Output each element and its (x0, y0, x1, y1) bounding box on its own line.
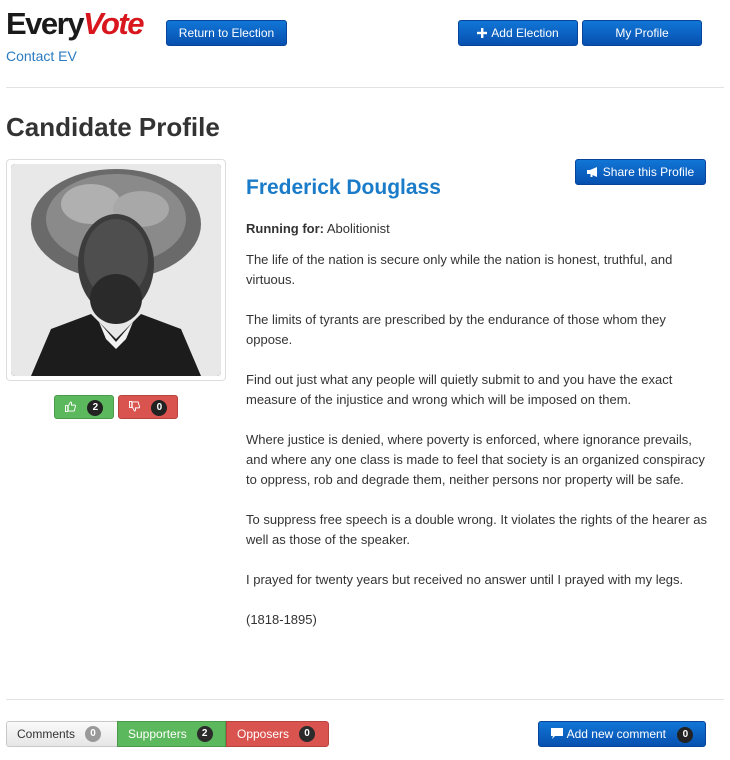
downvote-count: 0 (151, 399, 168, 416)
candidate-photo-frame (6, 159, 226, 381)
downvote-button[interactable]: 0 (118, 395, 178, 419)
content-divider (6, 699, 724, 700)
share-profile-button[interactable]: Share this Profile (575, 159, 706, 185)
running-for: Running for: Abolitionist (246, 221, 390, 236)
upvote-button[interactable]: 2 (54, 395, 114, 419)
running-for-value: Abolitionist (326, 221, 390, 236)
tab-opposers-count: 0 (299, 726, 316, 742)
bio-paragraph: The life of the nation is secure only wh… (246, 252, 673, 287)
add-new-comment-label: Add new comment (566, 727, 667, 741)
tab-supporters[interactable]: Supporters 2 (117, 721, 226, 747)
add-election-label: Add Election (491, 26, 559, 40)
bio-paragraph: To suppress free speech is a double wron… (246, 512, 708, 547)
everyvote-logo[interactable]: EveryVote (6, 4, 145, 44)
thumbs-down-icon (129, 400, 143, 414)
candidate-bio: The life of the nation is secure only wh… (246, 250, 712, 650)
tab-comments-count: 0 (85, 726, 102, 742)
plus-icon (477, 21, 488, 45)
logo-vote-text: Vote (82, 6, 145, 41)
add-new-comment-button[interactable]: Add new comment 0 (538, 721, 706, 747)
discussion-tabs: Comments 0 Supporters 2 Opposers 0 (6, 721, 329, 747)
bio-paragraph: (1818-1895) (246, 612, 317, 627)
contact-link[interactable]: Contact EV (6, 48, 77, 64)
return-to-election-label: Return to Election (178, 26, 275, 40)
megaphone-icon (586, 160, 599, 184)
tab-opposers[interactable]: Opposers 0 (226, 721, 329, 747)
my-profile-label: My Profile (615, 26, 669, 40)
bio-paragraph: Where justice is denied, where poverty i… (246, 432, 705, 487)
tab-comments-label: Comments (17, 727, 76, 741)
upvote-count: 2 (87, 399, 104, 416)
my-profile-button[interactable]: My Profile (582, 20, 702, 46)
candidate-photo (11, 164, 221, 376)
share-profile-label: Share this Profile (602, 165, 695, 179)
page-title: Candidate Profile (6, 112, 220, 142)
logo-every-text: Every (6, 6, 84, 41)
bio-paragraph: The limits of tyrants are prescribed by … (246, 312, 666, 347)
header-divider (6, 87, 724, 88)
add-election-button[interactable]: Add Election (458, 20, 578, 46)
bio-paragraph: I prayed for twenty years but received n… (246, 572, 684, 587)
tab-supporters-count: 2 (196, 726, 213, 742)
bio-paragraph: Find out just what any people will quiet… (246, 372, 673, 407)
tab-opposers-label: Opposers (237, 727, 290, 741)
thumbs-up-icon (65, 400, 79, 414)
return-to-election-button[interactable]: Return to Election (166, 20, 287, 46)
candidate-name: Frederick Douglass (246, 176, 441, 199)
comment-icon (550, 722, 563, 746)
tab-comments[interactable]: Comments 0 (6, 721, 117, 747)
running-for-label: Running for: (246, 221, 324, 236)
add-new-comment-count: 0 (677, 726, 694, 743)
tab-supporters-label: Supporters (128, 727, 187, 741)
